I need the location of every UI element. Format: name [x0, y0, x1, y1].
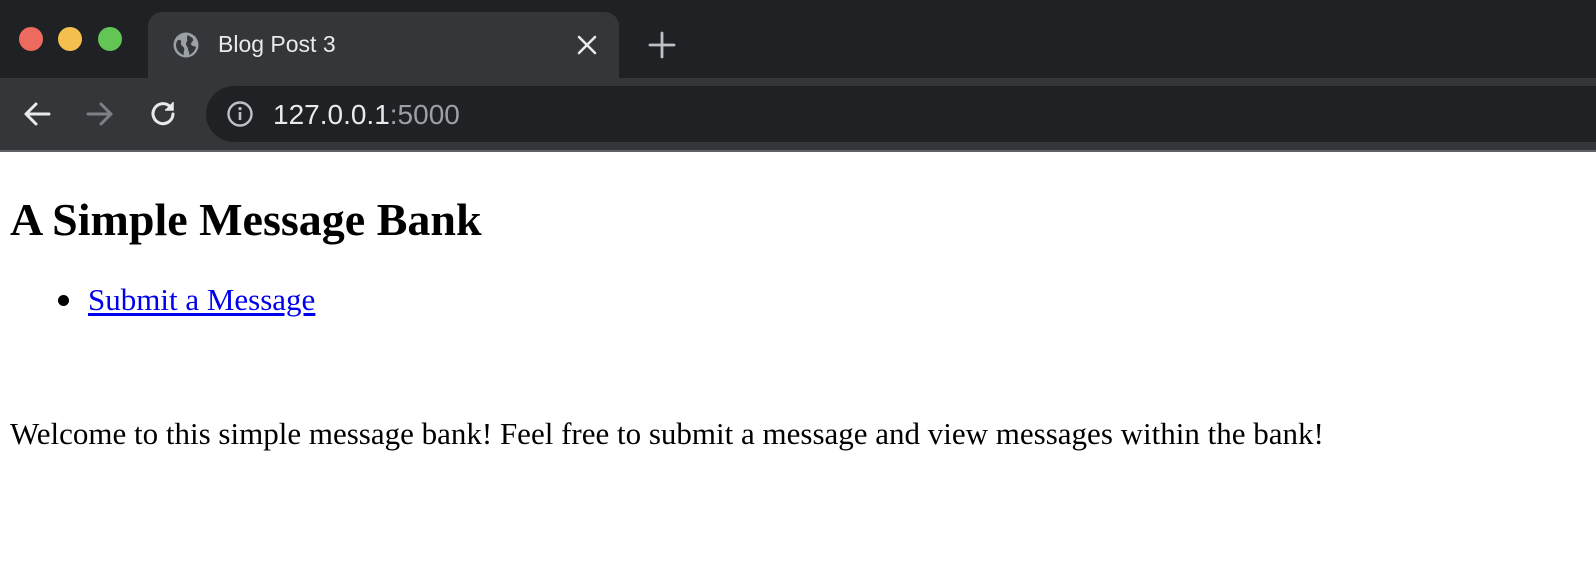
browser-window: Blog Post 3 127.0.0.1:5000 A Simple Mess…	[0, 0, 1596, 574]
reload-icon	[151, 102, 175, 126]
welcome-text: Welcome to this simple message bank! Fee…	[10, 416, 1324, 451]
window-maximize-button[interactable]	[98, 27, 122, 51]
bullet-icon	[58, 295, 69, 306]
plus-icon	[648, 31, 676, 59]
url-host: 127.0.0.1	[273, 99, 390, 130]
window-close-button[interactable]	[19, 27, 43, 51]
info-icon[interactable]	[226, 100, 254, 128]
url-text[interactable]: 127.0.0.1:5000	[273, 99, 460, 131]
page-content: A Simple Message Bank Submit a Message W…	[0, 152, 1596, 574]
reload-button[interactable]	[145, 96, 181, 132]
address-bar[interactable]: 127.0.0.1:5000	[206, 86, 1596, 142]
url-port: :5000	[389, 99, 460, 130]
arrow-right-icon	[86, 102, 113, 126]
tab-title: Blog Post 3	[218, 31, 336, 57]
back-button[interactable]	[19, 96, 55, 132]
browser-toolbar: 127.0.0.1:5000	[0, 78, 1596, 150]
list-item: Submit a Message	[58, 280, 315, 320]
page-title: A Simple Message Bank	[10, 194, 482, 245]
submit-message-link[interactable]: Submit a Message	[88, 282, 315, 317]
globe-icon	[172, 31, 200, 59]
forward-button[interactable]	[82, 96, 118, 132]
arrow-left-icon	[24, 102, 51, 126]
new-tab-button[interactable]	[647, 30, 677, 60]
window-minimize-button[interactable]	[58, 27, 82, 51]
close-icon[interactable]	[575, 33, 599, 57]
nav-list: Submit a Message	[0, 280, 315, 320]
tab-strip: Blog Post 3	[0, 0, 1596, 78]
tab-blog-post-3[interactable]: Blog Post 3	[148, 12, 619, 78]
